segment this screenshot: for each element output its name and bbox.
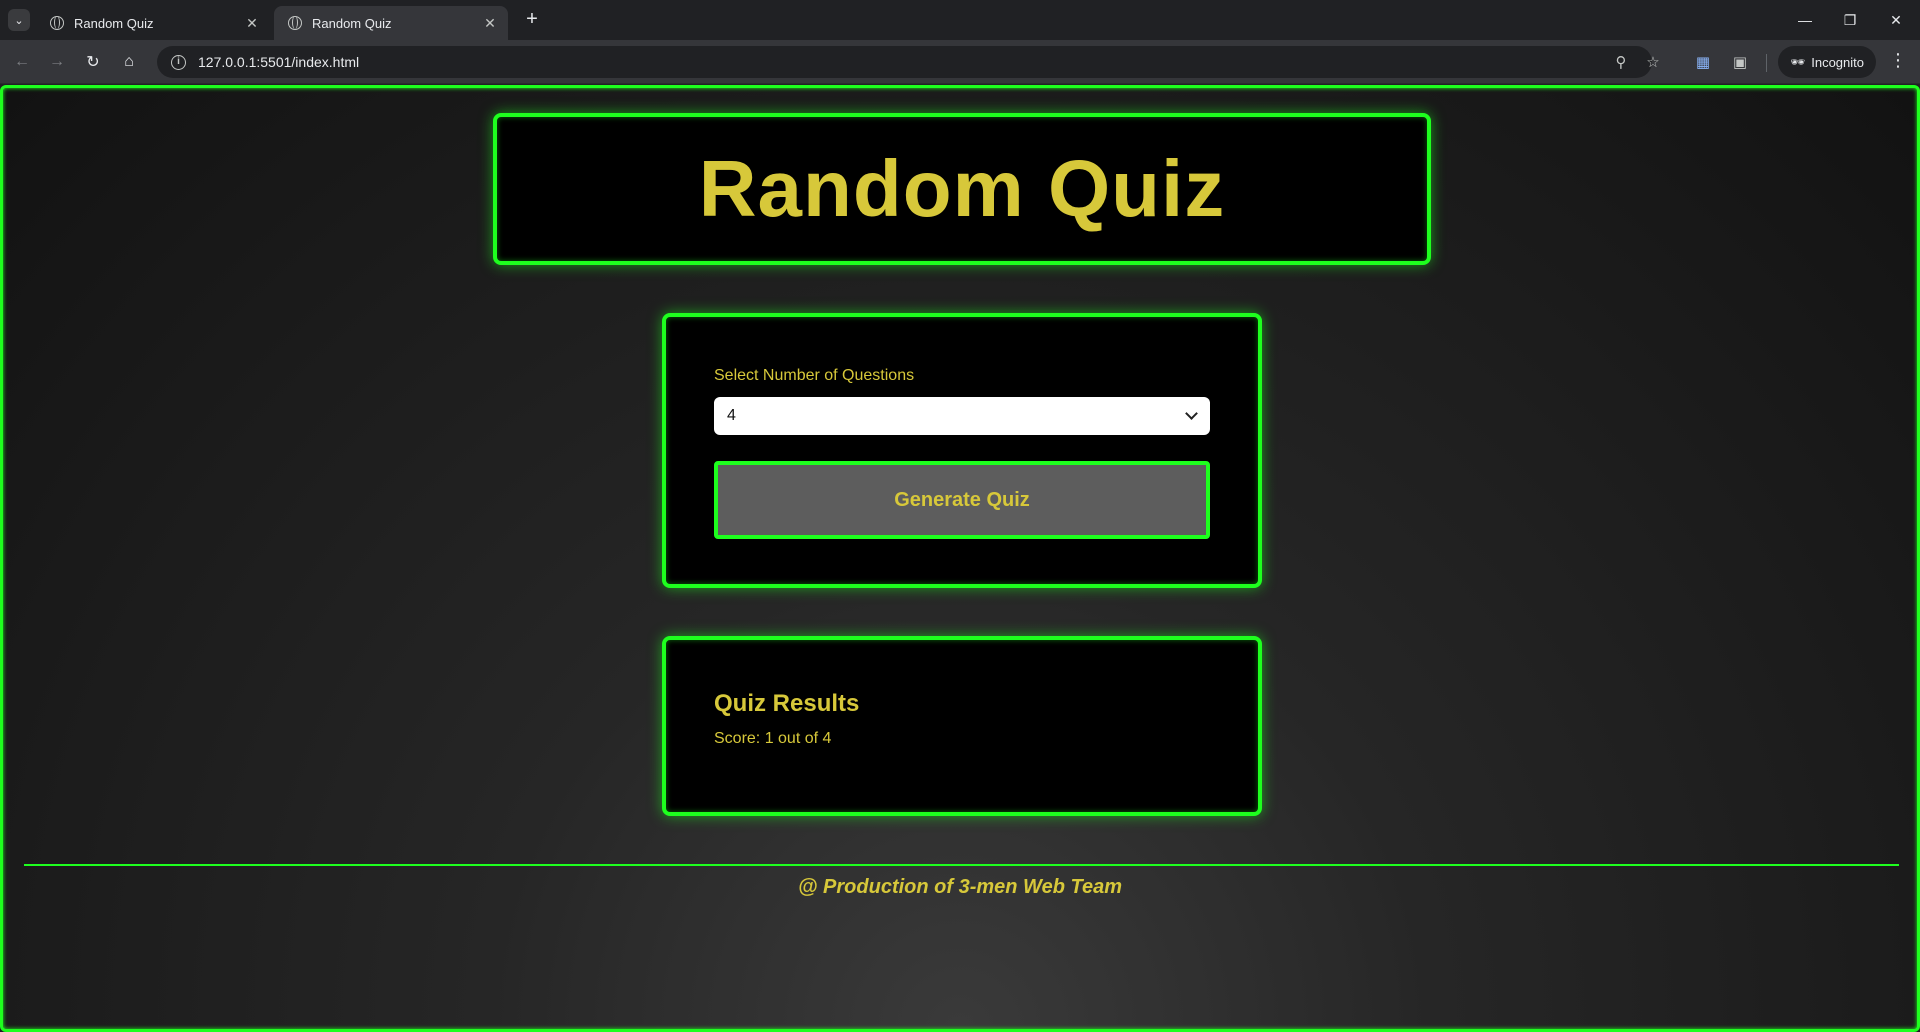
question-count-select[interactable]: 4 bbox=[714, 397, 1210, 435]
tab-title: Random Quiz bbox=[312, 15, 392, 31]
browser-tab-1[interactable]: Random Quiz ✕ bbox=[36, 6, 270, 40]
globe-icon bbox=[50, 16, 64, 30]
browser-tabstrip: ⌄ Random Quiz ✕ Random Quiz ✕ + — ❐ ✕ bbox=[0, 0, 1920, 40]
browser-toolbar: ← → ↻ ⌂ i 127.0.0.1:5501/index.html ⚲ ☆ … bbox=[0, 40, 1920, 84]
close-icon[interactable]: ✕ bbox=[1876, 6, 1916, 34]
restore-icon[interactable]: ❐ bbox=[1830, 6, 1870, 34]
quiz-results-box: Quiz Results Score: 1 out of 4 bbox=[662, 636, 1262, 816]
question-count-label: Select Number of Questions bbox=[714, 367, 915, 384]
toolbar-divider bbox=[1766, 54, 1767, 72]
puzzle-icon[interactable]: ▣ bbox=[1728, 50, 1752, 74]
plus-icon[interactable]: + bbox=[520, 8, 544, 32]
globe-icon bbox=[288, 16, 302, 30]
page-title: Random Quiz bbox=[698, 144, 1226, 233]
star-icon[interactable]: ☆ bbox=[1641, 50, 1665, 74]
quiz-form-box: Select Number of Questions 4 Generate Qu… bbox=[662, 313, 1262, 588]
address-bar[interactable]: i 127.0.0.1:5501/index.html bbox=[157, 46, 1652, 78]
incognito-label: Incognito bbox=[1811, 54, 1864, 70]
zoom-icon[interactable]: ⚲ bbox=[1609, 50, 1633, 74]
forward-arrow-icon[interactable]: → bbox=[45, 50, 69, 74]
selected-value: 4 bbox=[727, 407, 736, 424]
generate-quiz-button[interactable]: Generate Quiz bbox=[714, 461, 1210, 539]
chevron-down-icon[interactable]: ⌄ bbox=[8, 9, 30, 31]
reload-icon[interactable]: ↻ bbox=[81, 50, 105, 74]
translate-icon[interactable]: ▦ bbox=[1691, 50, 1715, 74]
header-box: Random Quiz bbox=[493, 113, 1431, 265]
page-viewport: Random Quiz Select Number of Questions 4… bbox=[0, 85, 1920, 1032]
home-icon[interactable]: ⌂ bbox=[117, 50, 141, 74]
kebab-icon[interactable]: ⋮ bbox=[1886, 50, 1910, 71]
footer-credit: @ Production of 3-men Web Team bbox=[798, 876, 1122, 898]
footer-divider bbox=[24, 864, 1899, 866]
close-icon[interactable]: ✕ bbox=[482, 15, 498, 32]
info-icon[interactable]: i bbox=[171, 54, 186, 70]
tab-title: Random Quiz bbox=[74, 15, 154, 31]
chevron-down-icon bbox=[1185, 407, 1198, 420]
back-arrow-icon[interactable]: ← bbox=[10, 50, 34, 74]
results-score: Score: 1 out of 4 bbox=[714, 730, 832, 747]
browser-tab-2[interactable]: Random Quiz ✕ bbox=[274, 6, 508, 40]
minimize-icon[interactable]: — bbox=[1785, 6, 1825, 34]
url-text: 127.0.0.1:5501/index.html bbox=[198, 54, 360, 70]
incognito-badge[interactable]: 🕶 Incognito bbox=[1778, 46, 1876, 78]
results-title: Quiz Results bbox=[714, 690, 860, 717]
incognito-icon: 🕶 bbox=[1790, 55, 1806, 69]
close-icon[interactable]: ✕ bbox=[244, 15, 260, 32]
